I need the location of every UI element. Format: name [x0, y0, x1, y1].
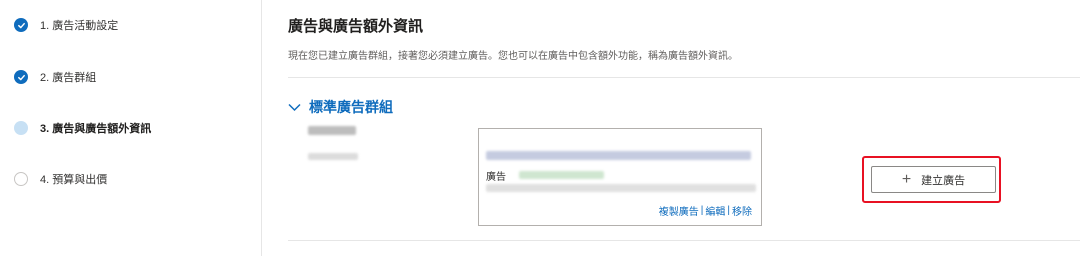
- redacted-ad-description: [486, 184, 756, 192]
- wizard-step-campaign-settings[interactable]: 1. 廣告活動設定: [14, 17, 118, 33]
- current-step-icon: [14, 121, 28, 135]
- redacted-text: [308, 153, 358, 160]
- remove-ad-link[interactable]: 移除: [732, 203, 752, 218]
- edit-ad-link[interactable]: 編輯: [705, 203, 725, 218]
- page-description: 現在您已建立廣告群組，接著您必須建立廣告。您也可以在廣告中包含額外功能，稱為廣告…: [288, 51, 738, 62]
- wizard-step-label: 3. 廣告與廣告額外資訊: [40, 123, 152, 135]
- section-divider: [288, 77, 1080, 78]
- redacted-text: [308, 126, 356, 135]
- ad-group-name: 標準廣告群組: [309, 99, 393, 115]
- page-title: 廣告與廣告額外資訊: [288, 18, 424, 35]
- wizard-sidebar: 1. 廣告活動設定 2. 廣告群組 3. 廣告與廣告額外資訊 4. 預算與出價: [0, 0, 262, 256]
- create-ad-button[interactable]: + 建立廣告: [871, 166, 996, 193]
- redacted-ad-headline: [486, 151, 751, 160]
- ad-label: 廣告: [486, 172, 506, 183]
- create-ad-label: 建立廣告: [921, 174, 966, 187]
- wizard-step-label: 1. 廣告活動設定: [40, 20, 119, 32]
- plus-icon: +: [901, 170, 912, 188]
- wizard-step-ad-group[interactable]: 2. 廣告群組: [14, 69, 96, 85]
- check-icon: [14, 70, 28, 84]
- wizard-step-ads-extensions[interactable]: 3. 廣告與廣告額外資訊: [14, 120, 151, 136]
- link-separator: |: [727, 205, 730, 216]
- wizard-step-budget-bid[interactable]: 4. 預算與出價: [14, 171, 107, 187]
- wizard-step-label: 2. 廣告群組: [40, 72, 97, 84]
- pending-step-icon: [14, 172, 28, 186]
- link-separator: |: [700, 205, 704, 216]
- ad-card-actions: 複製廣告 | 編輯 | 移除: [659, 203, 752, 218]
- redacted-display-url: [519, 171, 604, 179]
- chevron-down-icon: [288, 103, 301, 111]
- check-icon: [14, 18, 28, 32]
- section-divider: [288, 240, 1080, 241]
- wizard-step-label: 4. 預算與出價: [40, 174, 108, 186]
- ad-group-header[interactable]: 標準廣告群組: [288, 97, 393, 117]
- ad-preview-card: 廣告 複製廣告 | 編輯 | 移除: [478, 128, 762, 226]
- copy-ad-link[interactable]: 複製廣告: [659, 203, 699, 218]
- main-content: 廣告與廣告額外資訊 現在您已建立廣告群組，接著您必須建立廣告。您也可以在廣告中包…: [262, 0, 1080, 256]
